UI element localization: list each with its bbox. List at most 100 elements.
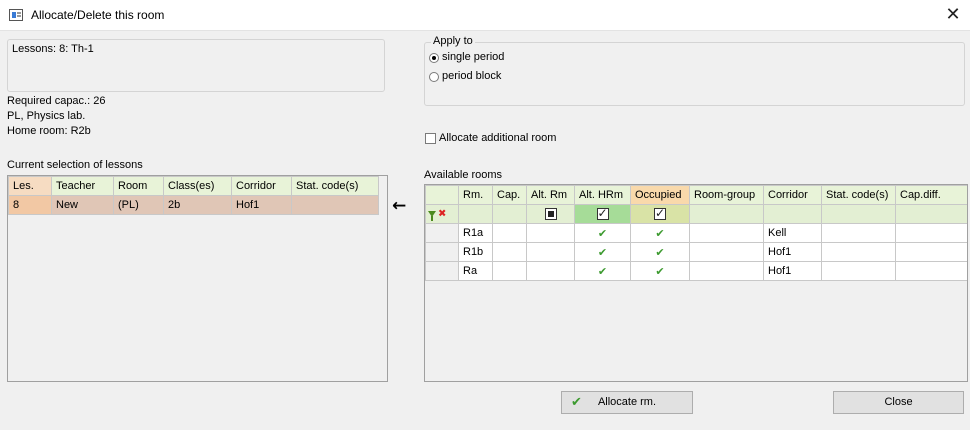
cell-corridor: Hof1 [763,261,822,281]
filter-controls: ✖ [425,204,459,224]
cell-les: 8 [8,195,52,215]
room-row[interactable]: R1b ✔ ✔ Hof1 [425,242,967,262]
left-arrow-icon[interactable]: ← [392,196,406,216]
required-capacity-text: Required capac.: 26 [7,95,106,107]
lessons-header-row: Les. Teacher Room Class(es) Corridor Sta… [8,176,379,196]
filter-cap-diff[interactable] [895,204,967,224]
allocate-room-label: Allocate rm. [597,396,657,408]
col-alt-hrm[interactable]: Alt. HRm [574,185,631,205]
col-stat-codes[interactable]: Stat. code(s) [821,185,896,205]
filter-row: ✖ [425,204,967,224]
lesson-info-box: Lessons: 8: Th-1 [7,39,385,92]
current-selection-grid[interactable]: Les. Teacher Room Class(es) Corridor Sta… [7,175,388,382]
check-icon: ✔ [571,395,582,410]
cell-stat-codes [821,223,896,243]
filter-stat-codes[interactable] [821,204,896,224]
close-window-icon[interactable]: ✕ [938,3,968,27]
filter-alt-rm[interactable] [526,204,575,224]
rooms-header-row: Rm. Cap. Alt. Rm Alt. HRm Occupied Room-… [425,185,967,205]
filter-cap[interactable] [492,204,527,224]
apply-to-group [424,42,965,106]
cell-room-group [689,261,764,281]
cell-corridor: Hof1 [763,242,822,262]
cell-rm: R1b [458,242,493,262]
window-title: Allocate/Delete this room [31,8,165,22]
cell-room: (PL) [113,195,164,215]
apply-to-legend: Apply to [431,35,475,47]
col-les[interactable]: Les. [8,176,52,196]
row-selector[interactable] [425,261,459,281]
filter-alt-hrm[interactable] [574,204,631,224]
col-teacher[interactable]: Teacher [51,176,114,196]
checked-checkbox[interactable] [596,206,609,221]
cell-cap [492,261,527,281]
cell-cap-diff [895,242,967,262]
allocate-additional-label[interactable]: Allocate additional room [439,132,556,144]
current-selection-label: Current selection of lessons [7,159,143,171]
room-row[interactable]: Ra ✔ ✔ Hof1 [425,261,967,281]
check-icon: ✔ [574,261,631,281]
available-rooms-grid[interactable]: Rm. Cap. Alt. Rm Alt. HRm Occupied Room-… [424,184,968,382]
indeterminate-checkbox[interactable] [544,208,557,221]
available-rooms-label: Available rooms [424,169,503,181]
check-icon: ✔ [574,242,631,262]
col-room-group[interactable]: Room-group [689,185,764,205]
cell-stat-codes [821,261,896,281]
cell-stat-codes [821,242,896,262]
close-button-label: Close [884,396,913,408]
allocate-room-button[interactable]: ✔ Allocate rm. [561,391,693,414]
cell-alt-rm [526,242,575,262]
single-period-radio[interactable] [429,53,439,63]
col-cap[interactable]: Cap. [492,185,527,205]
cell-teacher: New [51,195,114,215]
checked-checkbox[interactable] [654,206,666,221]
check-icon: ✔ [630,223,690,243]
single-period-label[interactable]: single period [442,51,504,63]
check-icon: ✔ [630,261,690,281]
allocate-additional-checkbox[interactable] [425,133,436,144]
cell-classes: 2b [163,195,232,215]
row-selector-header [425,185,459,205]
cell-alt-rm [526,223,575,243]
cell-rm: Ra [458,261,493,281]
filter-corridor[interactable] [763,204,822,224]
cell-corridor: Kell [763,223,822,243]
filter-occupied[interactable] [630,204,690,224]
check-icon: ✔ [574,223,631,243]
row-selector[interactable] [425,223,459,243]
cell-cap [492,223,527,243]
app-window-icon [9,9,23,21]
col-classes[interactable]: Class(es) [163,176,232,196]
filter-room-group[interactable] [689,204,764,224]
cell-alt-rm [526,261,575,281]
col-cap-diff[interactable]: Cap.diff. [895,185,967,205]
home-room-text: Home room: R2b [7,125,91,137]
col-room[interactable]: Room [113,176,164,196]
cell-room-group [689,242,764,262]
row-selector[interactable] [425,242,459,262]
red-x-icon[interactable]: ✖ [438,209,446,220]
filter-rm[interactable] [458,204,493,224]
cell-cap-diff [895,261,967,281]
cell-rm: R1a [458,223,493,243]
cell-cap [492,242,527,262]
col-stat-codes[interactable]: Stat. code(s) [291,176,379,196]
col-alt-rm[interactable]: Alt. Rm [526,185,575,205]
room-description-text: PL, Physics lab. [7,110,86,122]
lesson-row[interactable]: 8 New (PL) 2b Hof1 [8,195,379,215]
cell-stat-codes [291,195,379,215]
period-block-radio[interactable] [429,72,439,82]
funnel-icon[interactable] [428,211,436,222]
close-button[interactable]: Close [833,391,964,414]
col-occupied[interactable]: Occupied [630,185,690,205]
cell-cap-diff [895,223,967,243]
title-bar: Allocate/Delete this room ✕ [0,0,970,31]
check-icon: ✔ [630,242,690,262]
col-corridor[interactable]: Corridor [763,185,822,205]
lessons-text: Lessons: 8: Th-1 [12,43,94,55]
period-block-label[interactable]: period block [442,70,501,82]
col-rm[interactable]: Rm. [458,185,493,205]
room-row[interactable]: R1a ✔ ✔ Kell [425,223,967,243]
col-corridor[interactable]: Corridor [231,176,292,196]
cell-corridor: Hof1 [231,195,292,215]
